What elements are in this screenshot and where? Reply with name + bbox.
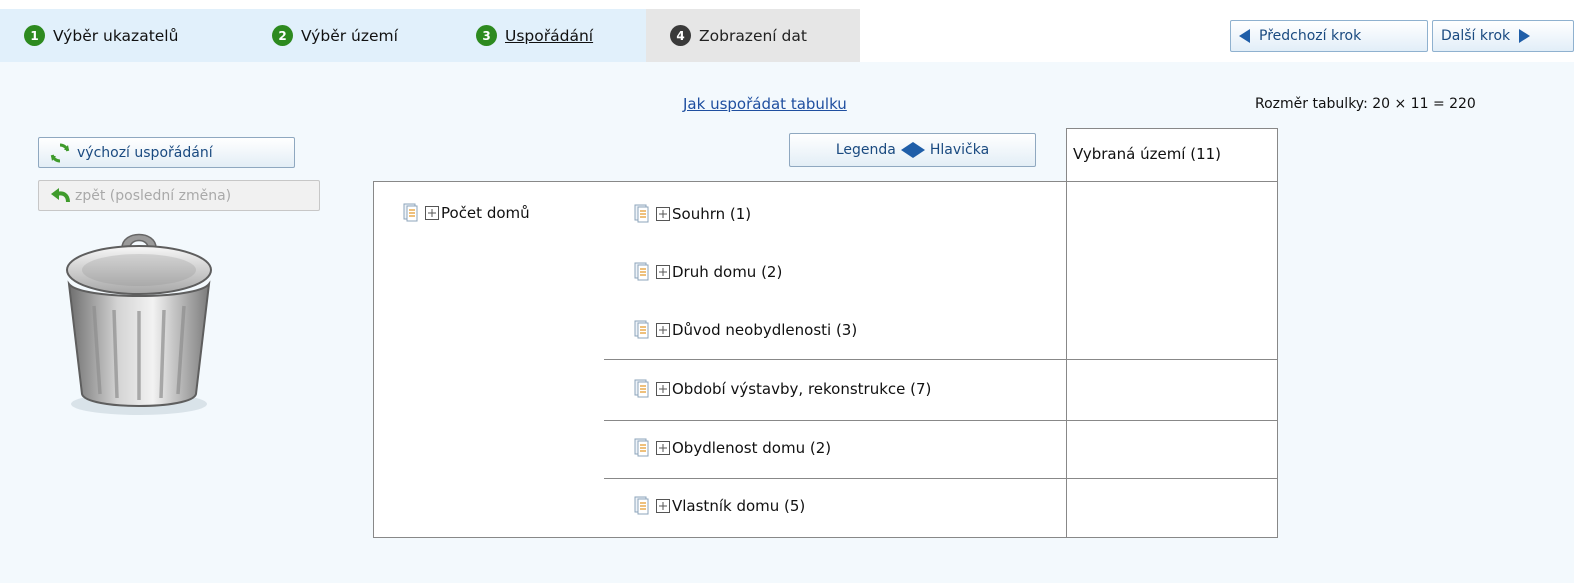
move-icon: [656, 381, 670, 396]
divider: [1277, 128, 1278, 538]
list-item-label: Vlastník domu (5): [672, 496, 806, 515]
divider: [373, 181, 374, 538]
document-icon: [634, 379, 649, 398]
tab-step-1[interactable]: 1 Výběr ukazatelů: [0, 9, 248, 62]
document-icon: [634, 320, 649, 339]
document-icon: [634, 438, 649, 457]
trash-icon: [66, 233, 212, 415]
column-header-label[interactable]: Vybraná území (11): [1073, 145, 1221, 163]
refresh-icon: [50, 142, 70, 163]
list-item-label: Souhrn (1): [672, 204, 752, 223]
arrow-left-icon: [1239, 29, 1250, 43]
move-icon: [656, 440, 670, 455]
tab-step-3[interactable]: 3 Uspořádání: [452, 9, 646, 62]
list-item-label: Období výstavby, rekonstrukce (7): [672, 379, 932, 398]
top-strip: [0, 0, 1574, 9]
divider: [1066, 128, 1067, 538]
next-step-label: Další krok: [1441, 28, 1511, 44]
divider: [373, 537, 1278, 538]
default-layout-button[interactable]: výchozí uspořádání: [38, 137, 295, 168]
divider: [1066, 128, 1278, 129]
list-item[interactable]: Vlastník domu (5): [634, 496, 805, 515]
list-item-label: Obydlenost domu (2): [672, 438, 832, 457]
list-item[interactable]: Obydlenost domu (2): [634, 438, 831, 457]
document-icon: [634, 496, 649, 515]
tab-step-2-label: Výběr území: [301, 26, 398, 45]
list-item[interactable]: Souhrn (1): [634, 204, 751, 223]
divider: [604, 359, 1278, 360]
arrow-right-icon: [1519, 29, 1531, 43]
document-icon: [403, 203, 418, 222]
swap-arrows-icon: [900, 142, 925, 158]
previous-step-label: Předchozí krok: [1259, 28, 1362, 44]
divider: [373, 181, 1278, 182]
table-size-info: Rozměr tabulky: 20 × 11 = 220: [1255, 96, 1476, 112]
tab-step-4[interactable]: 4 Zobrazení dat: [646, 9, 860, 62]
list-item[interactable]: Období výstavby, rekonstrukce (7): [634, 379, 931, 398]
default-layout-label: výchozí uspořádání: [77, 144, 213, 161]
move-icon: [656, 206, 670, 221]
move-icon: [425, 205, 439, 220]
divider: [604, 478, 1278, 479]
move-icon: [656, 322, 670, 337]
previous-step-button[interactable]: Předchozí krok: [1230, 20, 1428, 52]
help-link[interactable]: Jak uspořádat tabulku: [683, 95, 847, 113]
next-step-button[interactable]: Další krok: [1432, 20, 1574, 52]
undo-icon: [51, 187, 70, 202]
step-2-badge: 2: [272, 25, 293, 46]
move-icon: [656, 498, 670, 513]
document-icon: [634, 262, 649, 281]
step-3-badge: 3: [476, 25, 497, 46]
row-dimension-item[interactable]: Počet domů: [403, 203, 530, 222]
list-item[interactable]: Druh domu (2): [634, 262, 782, 281]
divider: [604, 420, 1278, 421]
list-item[interactable]: Důvod neobydlenosti (3): [634, 320, 857, 339]
row-layout-area: [373, 182, 1278, 538]
step-1-badge: 1: [24, 25, 45, 46]
undo-button[interactable]: zpět (poslední změna): [38, 180, 320, 211]
step-4-badge: 4: [670, 25, 691, 46]
legend-label: Legenda: [835, 142, 896, 158]
move-icon: [656, 264, 670, 279]
row-dimension-label: Počet domů: [441, 203, 530, 222]
document-icon: [634, 204, 649, 223]
tab-step-4-label: Zobrazení dat: [699, 26, 807, 45]
tab-step-2[interactable]: 2 Výběr území: [248, 9, 452, 62]
tab-step-3-label: Uspořádání: [505, 26, 594, 45]
tab-step-1-label: Výběr ukazatelů: [53, 26, 179, 45]
undo-label: zpět (poslední změna): [75, 187, 232, 204]
legend-header-toggle-button[interactable]: Legenda Hlavička: [789, 133, 1036, 167]
list-item-label: Důvod neobydlenosti (3): [672, 320, 858, 339]
list-item-label: Druh domu (2): [672, 262, 783, 281]
header-label: Hlavička: [929, 142, 990, 158]
